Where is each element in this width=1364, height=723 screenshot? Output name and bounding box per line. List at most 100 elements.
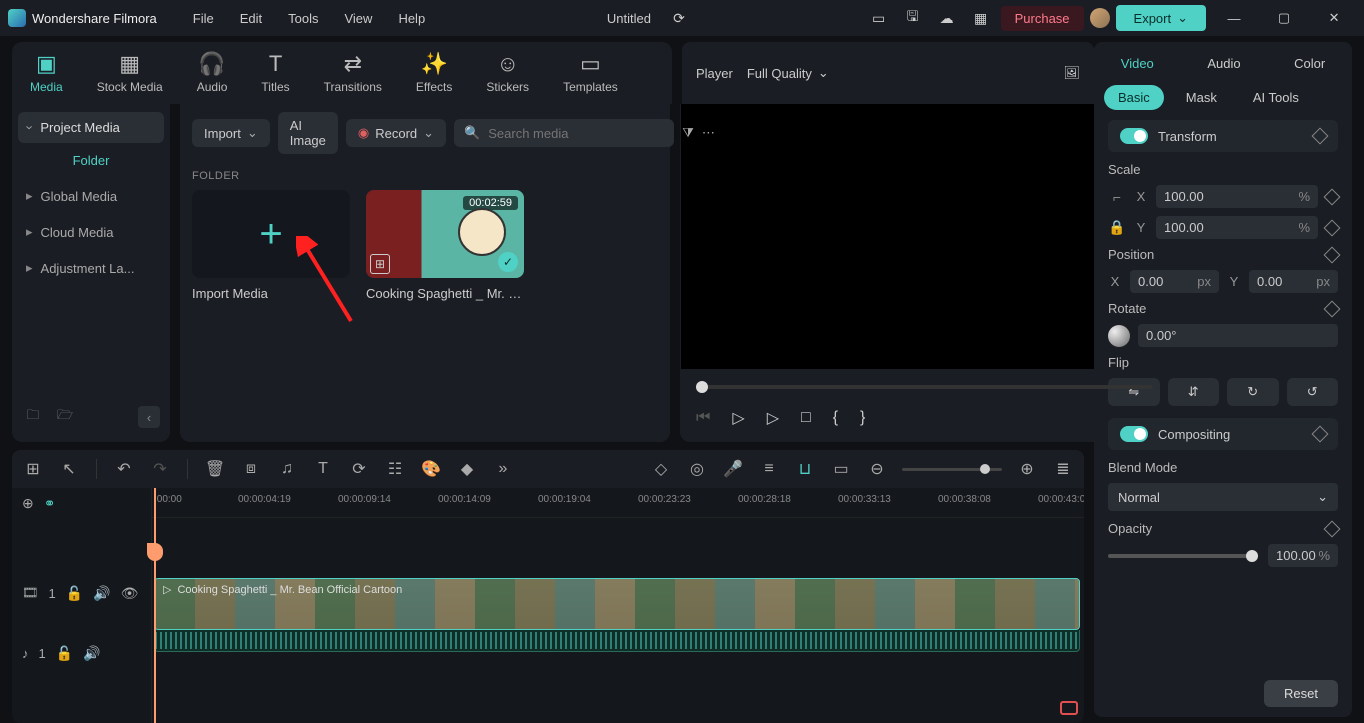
zoom-slider[interactable] (902, 468, 1002, 471)
tab-templates[interactable]: ▭Templates (557, 48, 624, 98)
inspector-sub-mask[interactable]: Mask (1172, 85, 1231, 110)
crop-icon[interactable]: ⧈ (240, 460, 262, 478)
monitor-icon[interactable]: ▭ (865, 4, 893, 32)
save-icon[interactable]: 🖫 (899, 4, 927, 32)
audio-track-header[interactable]: ♪1🔓🔊 (12, 638, 151, 668)
keyframe-icon[interactable] (1312, 128, 1329, 145)
snapshot-icon[interactable]: 🖼 (1063, 65, 1080, 81)
menu-file[interactable]: File (183, 7, 224, 30)
link-clips-icon[interactable]: ⚭ (44, 495, 56, 512)
playhead[interactable] (154, 488, 156, 723)
reset-button[interactable]: Reset (1264, 680, 1338, 707)
mute-icon[interactable]: 🔊 (83, 645, 100, 662)
view-options-icon[interactable]: ≣ (1052, 459, 1074, 479)
purchase-button[interactable]: Purchase (1001, 6, 1084, 31)
select-tool-icon[interactable]: ↖ (58, 459, 80, 479)
flip-horizontal-button[interactable]: ⇋ (1108, 378, 1160, 406)
rotate-cw-button[interactable]: ↻ (1227, 378, 1279, 406)
more-icon[interactable]: ⋯ (702, 125, 715, 141)
rotate-ccw-button[interactable]: ↺ (1287, 378, 1339, 406)
tab-stickers[interactable]: ☺Stickers (480, 48, 535, 98)
undo-icon[interactable]: ↶ (113, 459, 135, 479)
menu-tools[interactable]: Tools (278, 7, 328, 30)
mark-in-button[interactable]: { (833, 409, 838, 427)
user-avatar[interactable] (1090, 8, 1110, 28)
folder-tab[interactable]: Folder (18, 143, 164, 178)
import-media-card[interactable]: + Import Media (192, 190, 350, 301)
music-icon[interactable]: ♫ (276, 460, 298, 478)
inspector-tab-video[interactable]: Video (1111, 52, 1164, 75)
prev-frame-button[interactable]: ⏮ (696, 409, 710, 427)
menu-edit[interactable]: Edit (230, 7, 272, 30)
more-tools-icon[interactable]: » (492, 460, 514, 478)
compositing-header[interactable]: Compositing (1108, 418, 1338, 450)
marker-icon[interactable]: ◇ (650, 459, 672, 479)
inspector-sub-aitools[interactable]: AI Tools (1239, 85, 1313, 110)
sidebar-item-global[interactable]: Global Media (18, 178, 164, 214)
tab-transitions[interactable]: ⇄Transitions (318, 48, 388, 98)
menu-help[interactable]: Help (388, 7, 435, 30)
link-tl-icon[interactable]: ▭ (830, 459, 852, 479)
redo-icon[interactable]: ↷ (149, 459, 171, 479)
rotate-input[interactable]: 0.00° (1138, 324, 1338, 347)
sidebar-item-cloud[interactable]: Cloud Media (18, 214, 164, 250)
opacity-input[interactable]: 100.00% (1268, 544, 1338, 567)
keyframe-tl-icon[interactable]: ◆ (456, 459, 478, 479)
compositing-toggle[interactable] (1120, 426, 1148, 442)
inspector-sub-basic[interactable]: Basic (1104, 85, 1164, 110)
cloud-icon[interactable]: ☁ (933, 4, 961, 32)
keyframe-icon[interactable] (1324, 219, 1341, 236)
keyframe-icon[interactable] (1324, 246, 1341, 263)
tab-effects[interactable]: ✨Effects (410, 48, 458, 98)
ai-image-button[interactable]: AI Image (278, 112, 338, 154)
project-media-header[interactable]: Project Media (18, 112, 164, 143)
adjust-icon[interactable]: ☷ (384, 459, 406, 479)
link-icon[interactable]: 🔒 (1108, 219, 1126, 236)
scale-y-input[interactable]: 100.00% (1156, 216, 1318, 239)
media-search[interactable]: 🔍 (454, 119, 674, 147)
keyframe-icon[interactable] (1324, 520, 1341, 537)
tab-audio[interactable]: 🎧Audio (191, 48, 234, 98)
window-minimize[interactable]: ― (1212, 0, 1256, 36)
window-close[interactable]: ✕ (1312, 0, 1356, 36)
sidebar-item-adjustment[interactable]: Adjustment La... (18, 250, 164, 286)
audio-clip[interactable] (154, 630, 1080, 652)
mute-icon[interactable]: 🔊 (93, 585, 110, 602)
timeline-ruler[interactable]: :00:00 00:00:04:19 00:00:09:14 00:00:14:… (152, 488, 1084, 518)
play-button[interactable]: ▷ (732, 408, 744, 428)
window-maximize[interactable]: ▢ (1262, 0, 1306, 36)
transform-toggle[interactable] (1120, 128, 1148, 144)
new-folder-icon[interactable]: 🗀 (22, 406, 44, 428)
timeline-tracks[interactable]: :00:00 00:00:04:19 00:00:09:14 00:00:14:… (152, 488, 1084, 723)
tab-stock[interactable]: ▦Stock Media (91, 48, 169, 98)
player-scrubber[interactable] (696, 385, 1153, 389)
media-clip-card[interactable]: 00:02:59 ⊞ ✓ Cooking Spaghetti _ Mr. Bea… (366, 190, 524, 301)
mark-out-button[interactable]: } (860, 409, 865, 427)
keyframe-icon[interactable] (1324, 188, 1341, 205)
tab-titles[interactable]: TTitles (255, 48, 295, 98)
opacity-slider[interactable] (1108, 554, 1258, 558)
inspector-tab-color[interactable]: Color (1284, 52, 1335, 75)
menu-view[interactable]: View (334, 7, 382, 30)
blend-mode-select[interactable]: Normal⌄ (1108, 483, 1338, 511)
search-input[interactable] (488, 126, 664, 141)
import-dropdown[interactable]: Import (192, 119, 270, 147)
filter-icon[interactable]: ⧩ (682, 125, 694, 141)
tab-media[interactable]: ▣Media (24, 48, 69, 98)
step-forward-button[interactable]: ▷ (767, 408, 779, 428)
video-clip[interactable]: ▷Cooking Spaghetti _ Mr. Bean Official C… (154, 578, 1080, 630)
magnet-icon[interactable]: ⊔ (794, 459, 816, 479)
speed-icon[interactable]: ⟳ (348, 459, 370, 479)
flip-vertical-button[interactable]: ⇵ (1168, 378, 1220, 406)
scale-x-input[interactable]: 100.00% (1156, 185, 1318, 208)
eye-icon[interactable]: 👁 (121, 585, 139, 602)
trim-handle[interactable] (1060, 701, 1078, 715)
color-icon[interactable]: 🎨 (420, 459, 442, 479)
add-track-icon[interactable]: ⊞ (22, 459, 44, 479)
mic-icon[interactable]: 🎤 (722, 459, 744, 479)
add-marker-icon[interactable]: ⊕ (22, 495, 34, 512)
quality-select[interactable]: Full Quality⌄ (747, 65, 829, 81)
video-track-header[interactable]: 🎞1🔓🔊👁 (12, 578, 151, 608)
new-bin-icon[interactable]: 🗁 (54, 406, 76, 428)
transform-header[interactable]: Transform (1108, 120, 1338, 152)
